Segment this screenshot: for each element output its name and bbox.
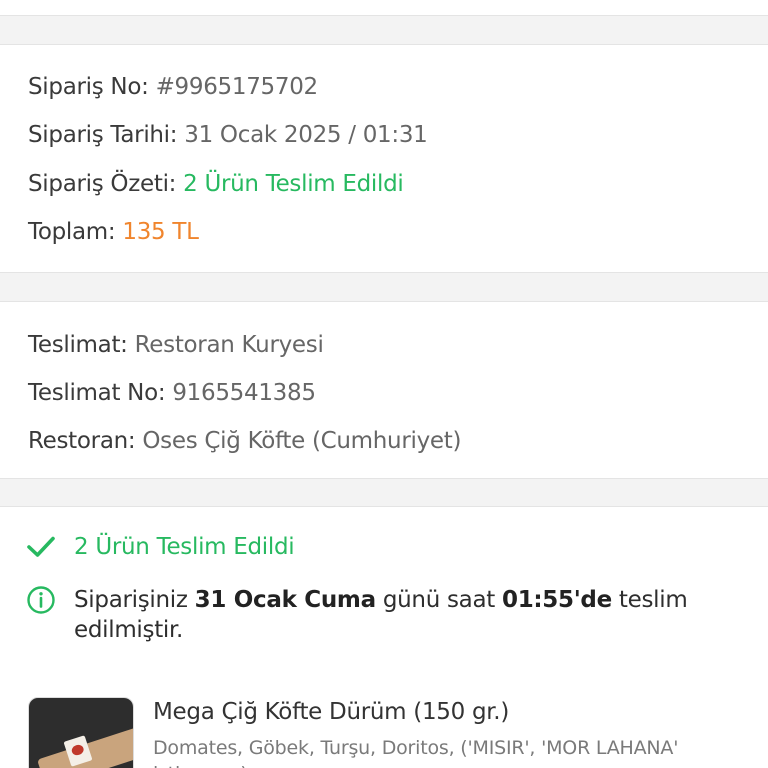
delivery-info-text: Siparişiniz 31 Ocak Cuma günü saat 01:55… [74,585,726,645]
delivery-no-row: Teslimat No: 9165541385 [28,378,316,408]
order-info-card: Sipariş No: #9965175702 Sipariş Tarihi: … [0,44,768,273]
order-date-value: 31 Ocak 2025 / 01:31 [184,122,428,148]
order-summary-row: Sipariş Özeti: 2 Ürün Teslim Edildi [28,169,404,199]
delivery-no-label: Teslimat No: [28,380,166,406]
delivery-type-value: Restoran Kuryesi [134,332,324,358]
order-no-value: #9965175702 [155,74,319,100]
check-icon [27,536,55,557]
order-total-row: Toplam: 135 TL [28,217,199,247]
order-date-row: Sipariş Tarihi: 31 Ocak 2025 / 01:31 [28,120,428,150]
order-date-label: Sipariş Tarihi: [28,122,178,148]
delivery-type-label: Teslimat: [28,332,128,358]
order-no-row: Sipariş No: #9965175702 [28,72,318,102]
product-item[interactable]: Mega Çiğ Köfte Dürüm (150 gr.) Domates, … [28,697,748,768]
info-date: 31 Ocak Cuma [194,587,376,613]
top-bar-edge [0,0,768,16]
order-total-value: 135 TL [122,219,199,245]
delivery-info-card: Teslimat: Restoran Kuryesi Teslimat No: … [0,301,768,479]
delivered-status-text: 2 Ürün Teslim Edildi [74,534,295,560]
restaurant-row[interactable]: Restoran: Oses Çiğ Köfte (Cumhuriyet) [28,426,461,456]
product-description: Domates, Göbek, Turşu, Doritos, ('MISIR'… [153,737,679,768]
delivery-type-row: Teslimat: Restoran Kuryesi [28,330,324,360]
delivered-status: 2 Ürün Teslim Edildi [26,532,295,562]
order-summary-value: 2 Ürün Teslim Edildi [183,171,404,197]
info-circle-icon [27,586,55,614]
order-no-label: Sipariş No: [28,74,149,100]
product-image [28,697,134,768]
delivery-status-card: 2 Ürün Teslim Edildi Siparişiniz 31 Ocak… [0,506,768,768]
delivery-no-value: 9165541385 [172,380,316,406]
restaurant-value[interactable]: Oses Çiğ Köfte (Cumhuriyet) [142,428,461,454]
order-total-label: Toplam: [28,219,116,245]
info-prefix: Siparişiniz [74,587,195,613]
info-time: 01:55'de [501,587,612,613]
info-middle: günü saat [375,587,502,613]
delivery-info-message: Siparişiniz 31 Ocak Cuma günü saat 01:55… [26,585,726,645]
restaurant-label: Restoran: [28,428,136,454]
order-summary-label: Sipariş Özeti: [28,171,177,197]
product-name: Mega Çiğ Köfte Dürüm (150 gr.) [153,699,509,725]
